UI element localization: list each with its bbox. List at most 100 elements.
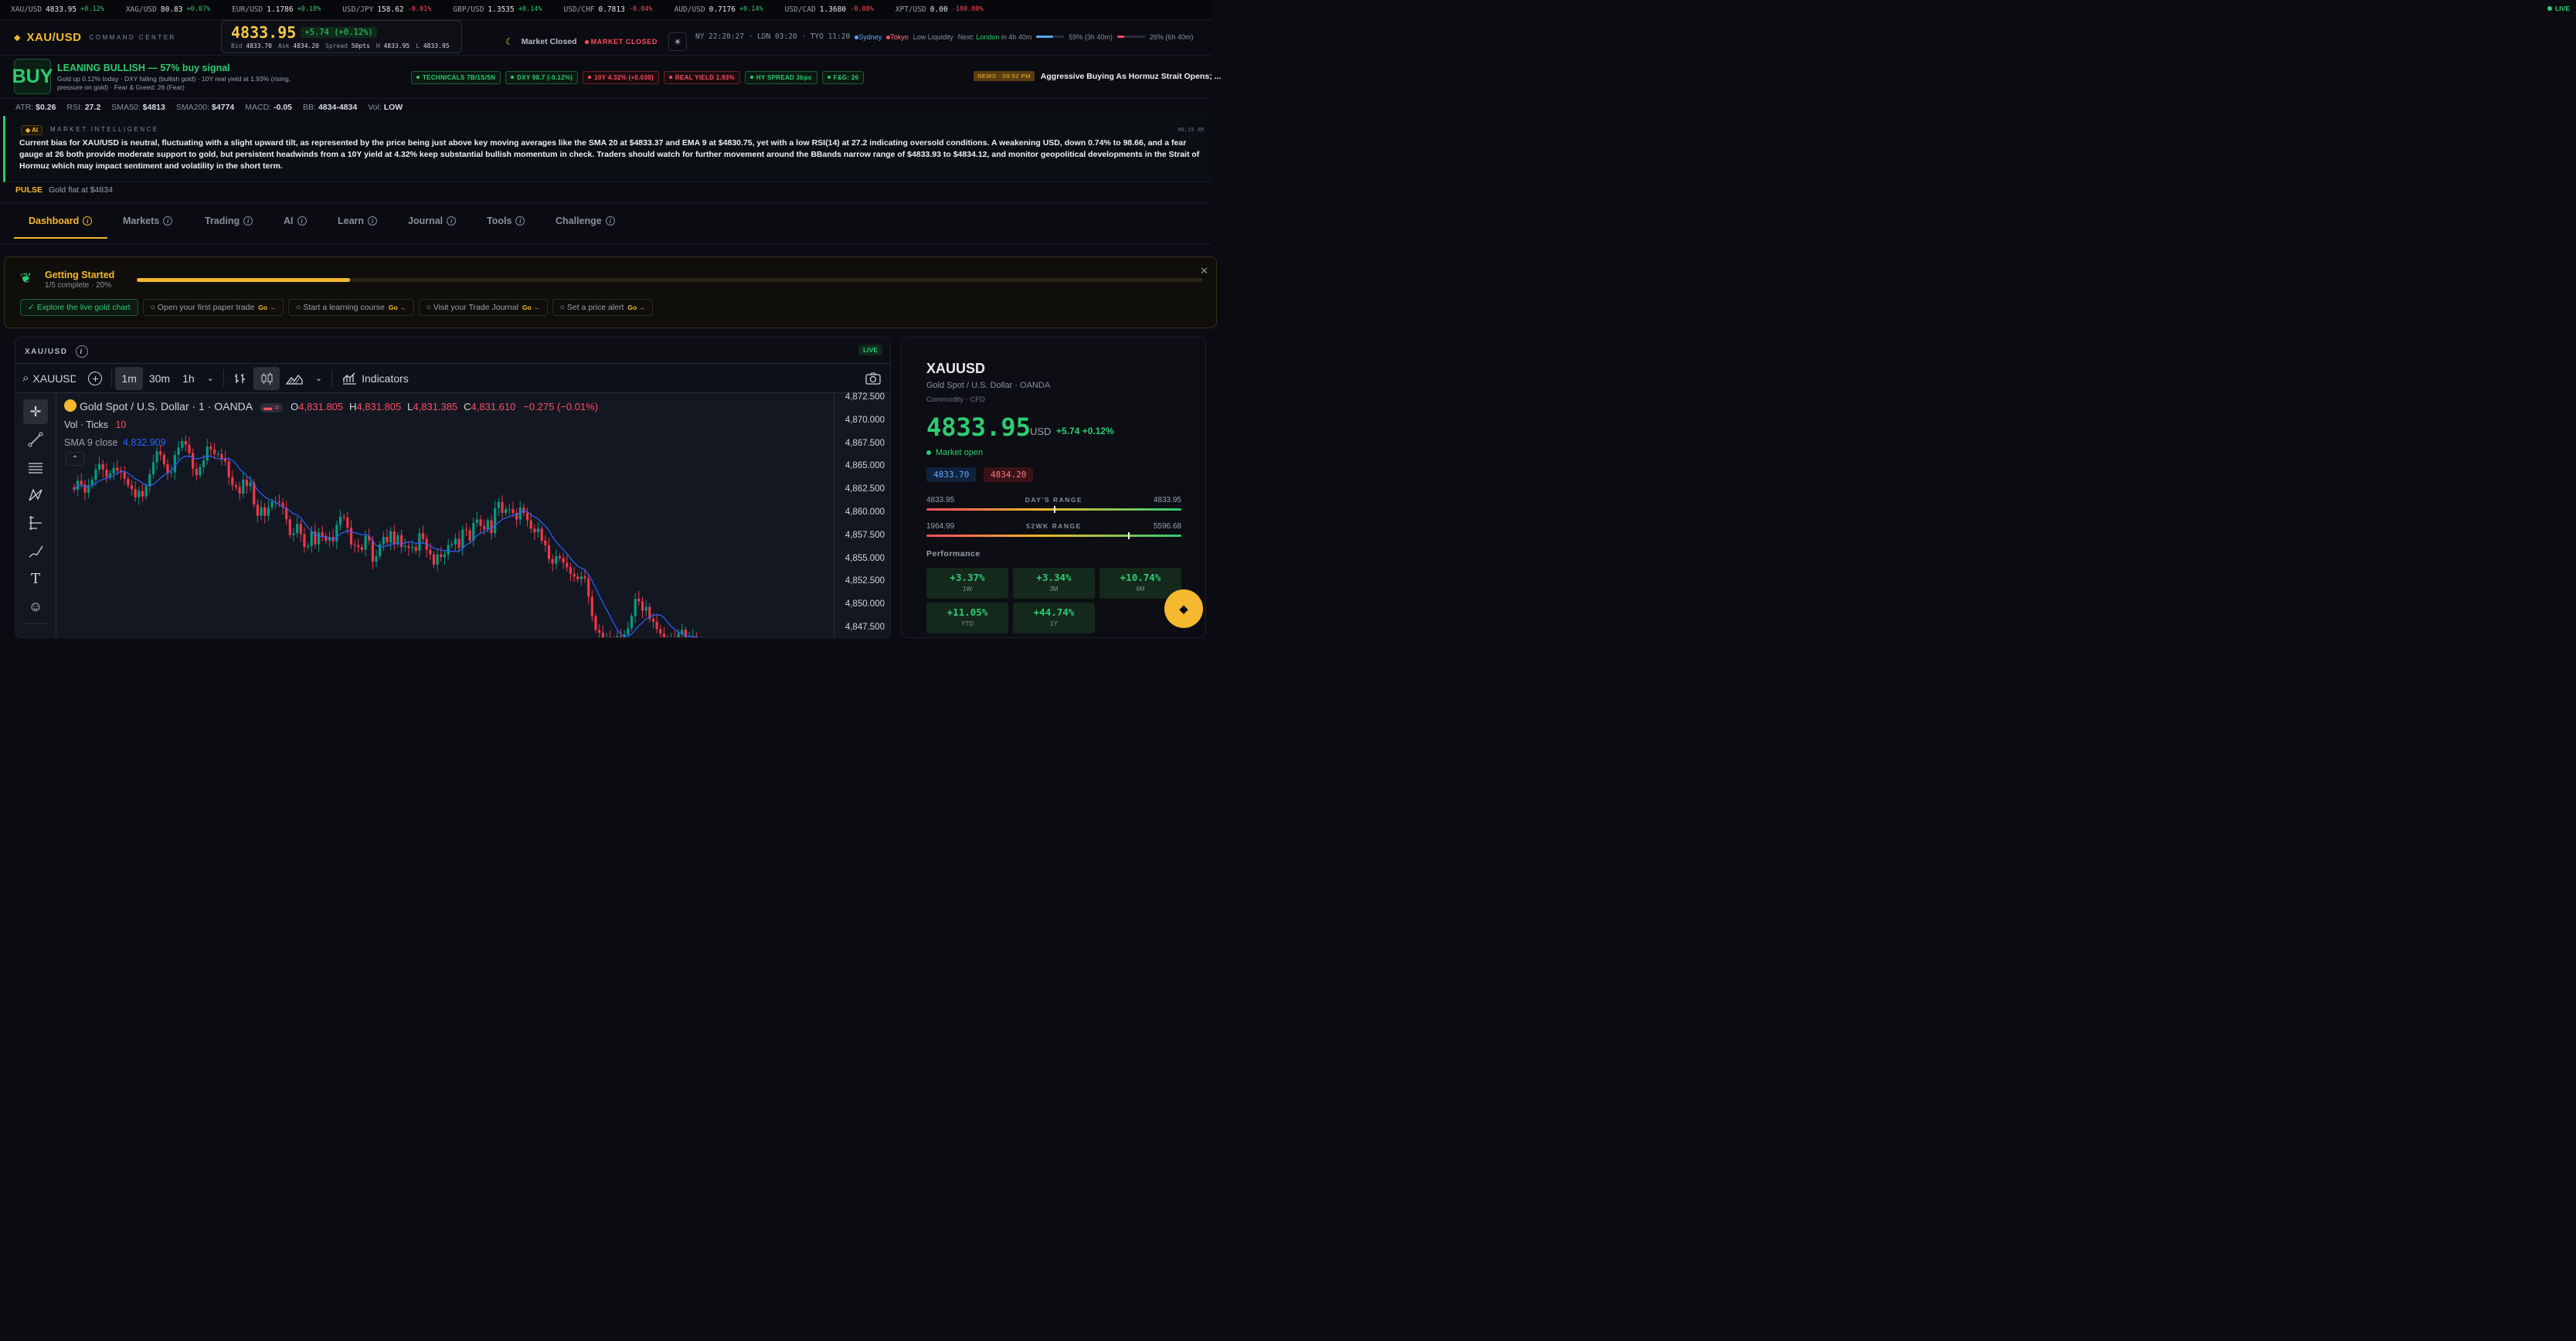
candle-body bbox=[270, 501, 274, 508]
pattern-icon[interactable] bbox=[23, 483, 48, 508]
candle-body bbox=[306, 545, 310, 548]
52wk-range: 1964.99 52WK RANGE 5596.68 bbox=[926, 522, 1181, 539]
chart-type-dropdown[interactable]: ⌄ bbox=[309, 367, 328, 390]
candles-style-button[interactable] bbox=[253, 366, 280, 390]
tab-trading[interactable]: Trading i bbox=[205, 216, 253, 226]
ticker-item[interactable]: USD/CHF 0.7813 -0.04% bbox=[552, 5, 663, 14]
price-axis-tick: 4,862.500 bbox=[845, 484, 885, 494]
info-icon: i bbox=[297, 216, 307, 226]
stat-key: BB: bbox=[303, 103, 316, 112]
pulse-label: PULSE bbox=[15, 185, 43, 195]
horizontal-lines-icon[interactable] bbox=[23, 455, 48, 480]
ai-title: MARKET INTELLIGENCE bbox=[50, 126, 159, 133]
ticker-item[interactable]: XAU/USD 4833.95 +0.12% bbox=[0, 5, 115, 14]
close-icon[interactable]: ✕ bbox=[1200, 265, 1208, 277]
getting-started-progress-bar bbox=[137, 278, 1203, 282]
candle-body bbox=[508, 509, 511, 511]
tab-challenge[interactable]: Challenge i bbox=[556, 216, 615, 226]
ai-diamond-icon: ◆ bbox=[25, 127, 31, 134]
tab-dashboard[interactable]: Dashboard i bbox=[29, 216, 93, 226]
news-headline[interactable]: Aggressive Buying As Hormuz Strait Opens… bbox=[1041, 72, 1222, 81]
news-ticker[interactable]: NEWS · 09:52 PM Aggressive Buying As Hor… bbox=[974, 71, 1221, 81]
ticker-symbol: XPT/USD bbox=[895, 5, 926, 14]
ticker-item[interactable]: XPT/USD 0.00 -100.00% bbox=[885, 5, 994, 14]
session-progress-2-label: 26% (6h 40m) bbox=[1149, 32, 1194, 41]
ticker-item[interactable]: USD/CAD 1.3680 -0.08% bbox=[774, 5, 885, 14]
collapse-legend-button[interactable]: ⌃ bbox=[66, 452, 84, 466]
tab-journal[interactable]: Journal i bbox=[408, 216, 457, 226]
tab-tools[interactable]: Tools i bbox=[487, 216, 525, 226]
pulse: PULSE Gold flat at $4834 bbox=[15, 185, 113, 195]
onboarding-step[interactable]: ✓ Explore the live gold chart bbox=[20, 299, 138, 316]
live-dot-icon bbox=[2547, 6, 2553, 11]
quote-type: Commodity · CFD bbox=[926, 396, 986, 404]
candle-body bbox=[410, 547, 414, 548]
step-label: ○ Start a learning course bbox=[295, 303, 385, 312]
ticker-item[interactable]: USD/JPY 158.62 -0.01% bbox=[331, 5, 442, 14]
ticker-item[interactable]: EUR/USD 1.1786 +0.18% bbox=[221, 5, 331, 14]
chevron-down-icon: ⌄ bbox=[206, 374, 214, 383]
ticker-item[interactable]: XAG/USD 80.83 +0.07% bbox=[115, 5, 221, 14]
measure-icon[interactable] bbox=[23, 511, 48, 535]
market-status: Market Closed bbox=[521, 37, 577, 46]
tab-ai[interactable]: AI i bbox=[284, 216, 307, 226]
session-sydney: Sydney bbox=[855, 33, 882, 41]
step-go-link[interactable]: Go → bbox=[389, 304, 406, 311]
candle-body bbox=[335, 525, 338, 542]
candle-body bbox=[634, 598, 637, 616]
step-go-link[interactable]: Go → bbox=[258, 304, 276, 311]
brand-subtitle: COMMAND CENTER bbox=[89, 34, 176, 41]
tradingview-widget[interactable]: ⌕ XAUUSD + 1m 30m 1h ⌄ ⌄ Indicators ✛ T ☺ bbox=[16, 363, 890, 638]
ticker-item[interactable]: AUD/USD 0.7176 +0.14% bbox=[664, 5, 774, 14]
text-tool-icon[interactable]: T bbox=[23, 566, 48, 591]
tab-learn[interactable]: Learn i bbox=[338, 216, 378, 226]
interval-30m[interactable]: 30m bbox=[143, 367, 176, 390]
theme-toggle-button[interactable]: ☀ bbox=[668, 32, 687, 51]
candle-body bbox=[454, 538, 457, 545]
candlestick-plot[interactable] bbox=[57, 393, 834, 638]
symbol-search-input[interactable]: XAUUSD bbox=[32, 372, 76, 385]
spread-label: Spread bbox=[325, 42, 348, 49]
brush-icon[interactable] bbox=[23, 538, 48, 563]
ticker-price: 158.62 bbox=[377, 5, 404, 14]
step-go-link[interactable]: Go → bbox=[522, 304, 540, 311]
chip-dot-icon bbox=[668, 76, 672, 79]
info-icon[interactable]: i bbox=[75, 345, 88, 358]
stat-value: -0.05 bbox=[274, 103, 293, 112]
candle-body bbox=[457, 538, 460, 548]
bar-style-button[interactable] bbox=[227, 367, 253, 390]
ticker-symbol: AUD/USD bbox=[674, 5, 705, 14]
step-go-link[interactable]: Go → bbox=[627, 304, 645, 311]
onboarding-step[interactable]: ○ Open your first paper trade Go → bbox=[142, 299, 284, 316]
tab-markets[interactable]: Markets i bbox=[123, 216, 173, 226]
area-style-button[interactable] bbox=[280, 367, 309, 390]
price-axis[interactable]: 4,872.500 4,870.000 4,867.500 4,865.000 4,86… bbox=[834, 392, 890, 637]
onboarding-step[interactable]: ○ Visit your Trade Journal Go → bbox=[418, 299, 548, 316]
candle-body bbox=[414, 547, 417, 551]
oanda-logo-icon bbox=[64, 399, 76, 412]
candle-body bbox=[349, 528, 353, 545]
interval-1m[interactable]: 1m bbox=[115, 366, 143, 390]
ticker-item[interactable]: GBP/USD 1.3535 +0.14% bbox=[442, 5, 552, 14]
symbol-search[interactable]: ⌕ XAUUSD bbox=[16, 367, 82, 390]
candle-body bbox=[263, 507, 267, 516]
ticker-symbol: USD/CAD bbox=[784, 5, 816, 14]
candle-body bbox=[609, 637, 611, 638]
screenshot-button[interactable] bbox=[858, 367, 888, 390]
indicators-button[interactable]: Indicators bbox=[335, 367, 415, 390]
trend-line-icon[interactable] bbox=[23, 427, 48, 452]
chip-text: HY SPREAD 3bps bbox=[756, 74, 812, 81]
ai-badge: ◆ AI bbox=[21, 125, 43, 135]
crosshair-icon[interactable]: ✛ bbox=[23, 399, 48, 424]
candle-body bbox=[688, 637, 690, 638]
interval-dropdown[interactable]: ⌄ bbox=[201, 367, 220, 390]
interval-1h[interactable]: 1h bbox=[176, 367, 201, 390]
onboarding-step[interactable]: ○ Set a price alert Go → bbox=[552, 299, 654, 316]
chevron-down-icon: ⌄ bbox=[314, 374, 323, 383]
compare-button[interactable]: + bbox=[82, 367, 108, 390]
brand-symbol: XAU/USD bbox=[26, 31, 82, 44]
assistant-fab-button[interactable]: ◆ bbox=[1164, 589, 1203, 628]
onboarding-step[interactable]: ○ Start a learning course Go → bbox=[287, 299, 414, 316]
emoji-icon[interactable]: ☺ bbox=[23, 594, 48, 619]
perf-3m: +3.34% 3M bbox=[1013, 568, 1095, 599]
